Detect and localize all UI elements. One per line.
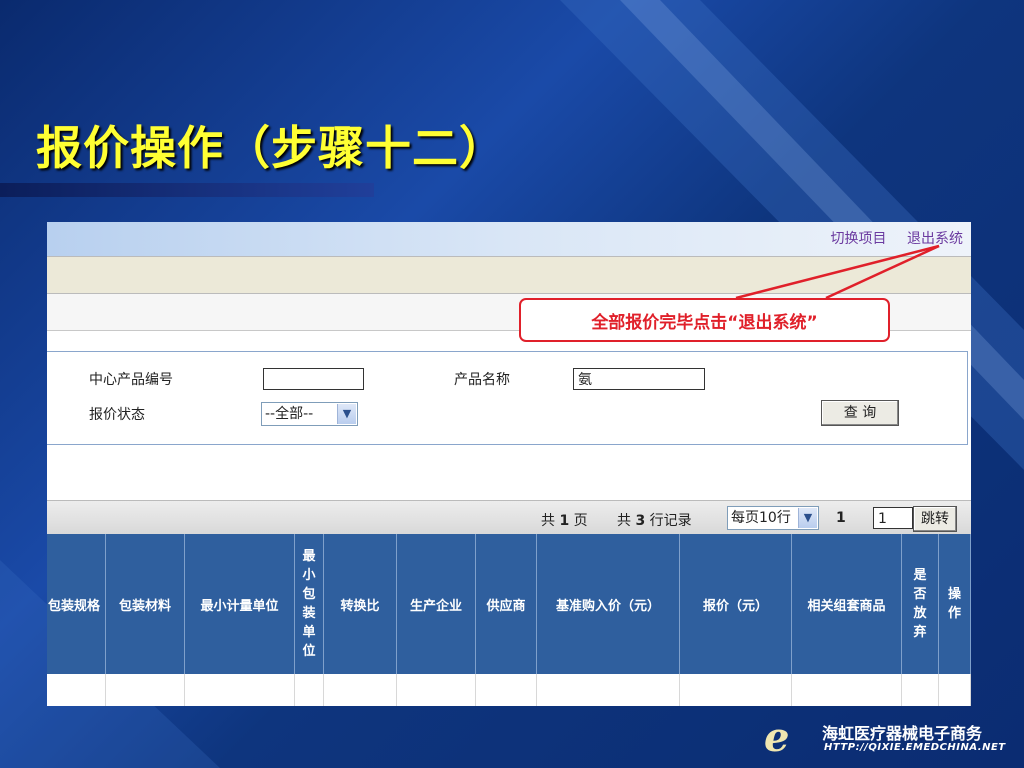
column-header: 相关组套商品 [792,534,902,674]
table-cell [397,674,476,706]
slide-title: 报价操作（步骤十二） [36,121,506,175]
logout-link[interactable]: 退出系统 [907,231,963,247]
product-name-label: 产品名称 [454,372,510,388]
jump-button[interactable]: 跳转 [913,506,957,532]
quote-status-value: --全部-- [265,406,314,422]
page-size-value: 每页10行 [731,510,791,526]
table-body [47,674,971,706]
total-pages-text: 共 1 页 [541,513,588,529]
column-header: 最小包装单位 [295,534,324,674]
column-header: 基准购入价（元） [537,534,680,674]
center-code-input[interactable] [263,368,364,390]
center-code-label: 中心产品编号 [89,372,173,388]
product-name-input[interactable]: 氨 [573,368,705,390]
table-cell [476,674,537,706]
table-header: 包装规格 包装材料 最小计量单位 最小包装单位 转换比 生产企业 供应商 基准购… [47,534,971,675]
chevron-down-icon[interactable]: ▼ [798,508,817,528]
company-logo: e 海虹医疗器械电子商务 HTTP://QIXIE.EMEDCHINA.NET [764,716,1014,762]
jump-page-input[interactable]: 1 [873,507,913,529]
top-links: 切换项目 退出系统 [815,228,963,248]
column-header: 是否放弃 [902,534,939,674]
column-header: 包装规格 [47,534,106,674]
instruction-callout: 全部报价完毕点击“退出系统” [519,298,890,342]
total-records-text: 共 3 行记录 [617,513,692,529]
app-screenshot: 切换项目 退出系统 全部报价完毕点击“退出系统” 中心产品编号 产品名称 氨 报… [47,222,971,706]
table-cell [680,674,792,706]
page-size-select[interactable]: 每页10行 ▼ [727,506,819,530]
table-cell [939,674,971,706]
toolbar-band [47,256,971,294]
table-cell [324,674,397,706]
table-cell [47,674,106,706]
table-cell [185,674,295,706]
logo-company-name: 海虹医疗器械电子商务 [822,724,983,743]
logo-url: HTTP://QIXIE.EMEDCHINA.NET [824,742,1006,753]
column-header: 操作 [939,534,971,674]
total-records-count: 3 [635,513,646,529]
quote-status-select[interactable]: --全部-- ▼ [261,402,358,426]
column-header: 最小计量单位 [185,534,295,674]
total-pages-count: 1 [559,513,570,529]
logo-mark-icon: e [764,714,790,761]
query-button[interactable]: 查 询 [821,400,899,426]
column-header: 转换比 [324,534,397,674]
column-header: 生产企业 [397,534,476,674]
title-underline-bar [0,183,374,197]
current-page-number: 1 [836,510,846,526]
pagination-bar: 共 1 页 共 3 行记录 每页10行 ▼ 1 1 跳转 [47,500,971,535]
search-panel: 中心产品编号 产品名称 氨 报价状态 --全部-- ▼ 查 询 [47,351,968,445]
table-cell [792,674,902,706]
column-header: 包装材料 [106,534,185,674]
column-header: 供应商 [476,534,537,674]
column-header: 报价（元） [680,534,792,674]
table-cell [537,674,680,706]
chevron-down-icon[interactable]: ▼ [337,404,356,424]
table-cell [902,674,939,706]
switch-project-link[interactable]: 切换项目 [831,231,887,247]
table-cell [295,674,324,706]
top-navigation-bar: 切换项目 退出系统 [47,222,971,256]
table-cell [106,674,185,706]
quote-status-label: 报价状态 [89,407,145,423]
